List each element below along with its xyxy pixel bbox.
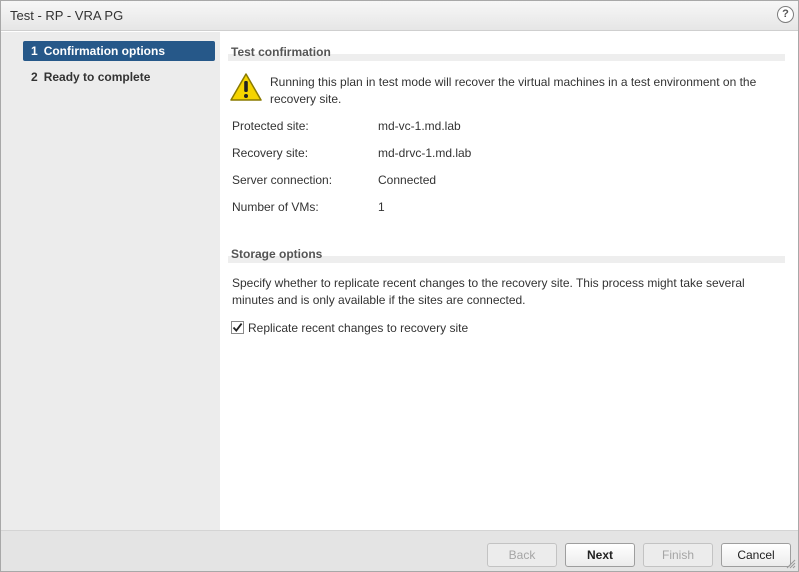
finish-button[interactable]: Finish xyxy=(643,543,713,567)
back-button[interactable]: Back xyxy=(487,543,557,567)
warning-icon xyxy=(230,72,262,102)
wizard-dialog: Test - RP - VRA PG ? 1 Confirmation optio… xyxy=(0,0,799,572)
server-connection-label: Server connection: xyxy=(232,173,333,187)
step-number: 2 xyxy=(31,70,38,84)
section-heading-test-confirmation: Test confirmation xyxy=(228,45,785,61)
number-of-vms-value: 1 xyxy=(378,200,385,214)
protected-site-value: md-vc-1.md.lab xyxy=(378,119,461,133)
protected-site-label: Protected site: xyxy=(232,119,309,133)
wizard-footer: Back Next Finish Cancel xyxy=(1,530,798,571)
step-number: 1 xyxy=(31,44,38,58)
step-label: Ready to complete xyxy=(43,70,151,84)
replicate-changes-label[interactable]: Replicate recent changes to recovery sit… xyxy=(248,321,468,335)
storage-description: Specify whether to replicate recent chan… xyxy=(232,276,745,307)
warning-message: Running this plan in test mode will reco… xyxy=(270,75,757,106)
wizard-steps-sidebar: 1 Confirmation options 2 Ready to complete xyxy=(1,32,220,530)
number-of-vms-label: Number of VMs: xyxy=(232,200,319,214)
recovery-site-value: md-drvc-1.md.lab xyxy=(378,146,472,160)
section-heading-storage-options: Storage options xyxy=(228,247,785,263)
step-ready-to-complete[interactable]: 2 Ready to complete xyxy=(23,67,215,87)
resize-grip-icon[interactable] xyxy=(786,559,796,569)
wizard-content: Test confirmation Running this plan in t… xyxy=(220,32,798,530)
dialog-title: Test - RP - VRA PG xyxy=(10,8,124,23)
step-confirmation-options[interactable]: 1 Confirmation options xyxy=(23,41,215,61)
server-connection-value: Connected xyxy=(378,173,437,187)
help-icon[interactable]: ? xyxy=(777,6,794,23)
recovery-site-label: Recovery site: xyxy=(232,146,309,160)
cancel-button[interactable]: Cancel xyxy=(721,543,791,567)
next-button[interactable]: Next xyxy=(565,543,635,567)
title-bar: Test - RP - VRA PG ? xyxy=(1,1,798,31)
replicate-changes-checkbox[interactable] xyxy=(231,321,244,334)
step-label: Confirmation options xyxy=(43,44,166,58)
